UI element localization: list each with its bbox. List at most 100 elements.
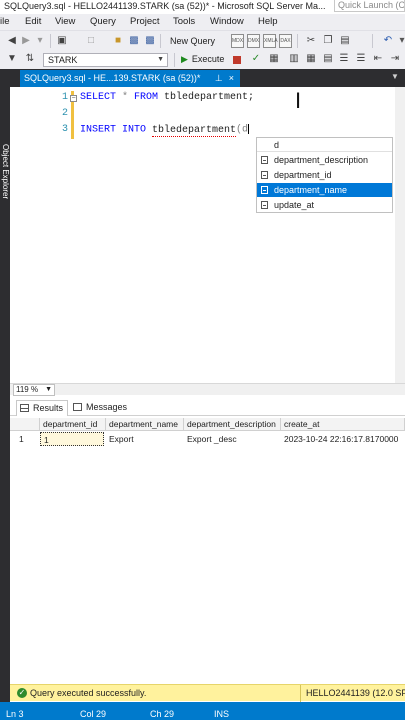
menu-view[interactable]: View [55,16,75,27]
mdx-query-icon[interactable]: MDX [231,34,244,48]
menu-query[interactable]: Query [90,16,116,27]
status-divider [300,685,301,702]
tab-results[interactable]: Results [16,400,68,416]
cut-icon[interactable]: ✂ [305,35,317,47]
tab-list-dropdown-icon[interactable]: ▼ [391,72,401,82]
dax-query-icon[interactable]: DAX [279,34,292,48]
toolbar-separator [297,34,298,48]
tab-messages[interactable]: Messages [70,400,140,416]
add-item-icon[interactable]: □ [85,35,97,47]
editor-scrollbar[interactable] [395,87,405,383]
play-icon: ▶ [181,54,188,64]
dropdown-arrow-icon[interactable]: ▾ [34,35,46,47]
toolbar-separator [372,34,373,48]
menu-window[interactable]: Window [210,16,244,27]
code-table-name: tbledepartment [152,124,237,137]
cancel-query-icon[interactable] [233,56,241,64]
grid-cell[interactable]: Export _desc [184,432,281,446]
menu-file[interactable]: ile [0,16,10,27]
pin-icon[interactable]: ⊥ [215,73,223,83]
dmx-query-icon[interactable]: DMX [247,34,260,48]
object-explorer-strip[interactable]: Object Explorer [0,69,10,709]
grid-column-header[interactable]: department_id [40,418,106,431]
line-number: 2 [61,108,68,119]
database-select-value: STARK [48,55,78,65]
menu-project[interactable]: Project [130,16,160,27]
open-file-icon[interactable]: ■ [112,35,124,47]
code-line-3[interactable]: INSERT INTO tbledepartment(d [80,124,250,137]
increase-indent-icon[interactable]: ⇥ [389,53,401,65]
document-tab-strip: SQLQuery3.sql - HE...139.STARK (sa (52))… [10,69,405,87]
collapse-icon[interactable]: − [70,95,77,102]
query-options-icon[interactable]: ▥ [288,53,300,65]
grid-corner [10,418,40,431]
menu-help[interactable]: Help [258,16,278,27]
column-icon [261,201,268,209]
intellisense-item-selected[interactable]: department_name [257,183,392,197]
parse-icon[interactable]: ✓ [250,53,262,65]
copy-icon[interactable]: ❐ [322,35,334,47]
quick-launch-input[interactable]: Quick Launch (C [334,0,405,12]
save-icon[interactable]: ▩ [128,35,140,47]
toolbar-separator [50,34,51,48]
grid-cell[interactable]: Export [106,432,184,446]
close-icon[interactable]: ⊥ × [215,70,234,86]
intellisense-item[interactable]: department_description [257,153,392,167]
intellisense-filter: d [257,138,392,152]
results-grid[interactable]: department_id department_name department… [10,416,405,684]
undo-icon[interactable]: ↶ [382,35,394,47]
grid-cell[interactable]: 1 [40,432,104,446]
save-all-icon[interactable]: ▩ [144,35,156,47]
grid-icon [20,404,29,412]
menu-tools[interactable]: Tools [173,16,195,27]
estimated-plan-icon[interactable]: ▦ [268,53,280,65]
zoom-select[interactable]: 119 % ▼ [13,384,55,396]
intellisense-item-label: department_description [274,155,369,165]
grid-row-number[interactable]: 1 [16,432,40,446]
new-query-button[interactable]: New Query [170,36,215,46]
decrease-indent-icon[interactable]: ⇤ [372,53,384,65]
grid-cell[interactable]: 2023-10-24 22:16:17.8170000 [281,432,405,446]
xmla-query-icon[interactable]: XMLA [263,34,278,48]
undo-dropdown-icon[interactable]: ▾ [396,35,405,47]
query-editor[interactable]: 1 2 3 − SELECT * FROM tbledepartment; IN… [10,87,405,383]
menu-bar: ile Edit View Query Project Tools Window… [0,14,405,30]
execute-label: Execute [191,54,225,64]
new-project-icon[interactable]: ▣ [56,35,68,47]
status-char: Ch 29 [150,709,175,719]
uncomment-icon[interactable]: ☰ [355,53,367,65]
intellisense-item[interactable]: update_at [257,198,392,212]
zoom-value: 119 % [16,385,39,394]
query-status-message: Query executed successfully. [30,688,147,698]
grid-column-header[interactable]: department_name [106,418,184,431]
column-icon [261,171,268,179]
code-line-1[interactable]: SELECT * FROM tbledepartment; [80,92,254,103]
connect-icon[interactable]: ▼ [6,53,18,65]
grid-column-header[interactable]: create_at [281,418,405,431]
grid-column-header[interactable]: department_description [184,418,281,431]
close-glyph[interactable]: × [229,73,234,83]
tab-sqlquery3[interactable]: SQLQuery3.sql - HE...139.STARK (sa (52))… [20,70,240,87]
database-select[interactable]: STARK ▼ [43,53,168,67]
tab-title: SQLQuery3.sql - HE...139.STARK (sa (52))… [24,73,201,83]
intellisense-item-label: department_id [274,170,332,180]
execute-button[interactable]: ▶ Execute [181,54,224,65]
toolbar-separator [174,53,175,67]
results-to-grid-icon[interactable]: ▦ [305,53,317,65]
intellisense-item[interactable]: department_id [257,168,392,182]
intellisense-popup[interactable]: d department_description department_id d… [256,137,393,213]
paste-icon[interactable]: ▤ [339,35,351,47]
messages-icon [73,403,82,411]
change-connection-icon[interactable]: ⇅ [24,53,36,65]
column-icon [261,156,268,164]
forward-icon[interactable]: ▶ [20,35,32,47]
status-mode: INS [214,709,230,719]
menu-edit[interactable]: Edit [25,16,41,27]
toolbar-separator [160,34,161,48]
back-icon[interactable]: ◀ [6,35,18,47]
editor-zoom-bar: 119 % ▼ [10,383,405,396]
results-to-text-icon[interactable]: ▤ [322,53,334,65]
line-number: 1 [61,92,68,103]
object-explorer-label[interactable]: Object Explorer [1,144,10,199]
comment-icon[interactable]: ☰ [338,53,350,65]
